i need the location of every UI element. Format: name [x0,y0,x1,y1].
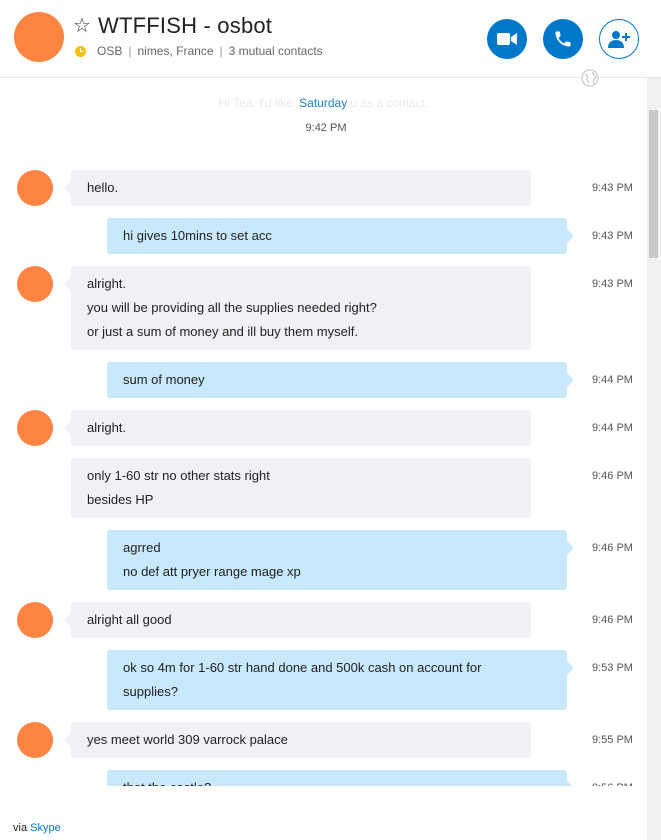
message-text: hello. [87,180,119,195]
incoming-message[interactable]: alright. [64,410,531,446]
message-time: 9:43 PM [592,182,633,194]
add-people-button[interactable] [599,19,639,59]
sender-avatar[interactable] [17,266,53,302]
message-time: 9:46 PM [592,542,633,554]
sender-avatar[interactable] [17,170,53,206]
contact-request-text: Hi Tea, I'd like [218,96,297,110]
video-icon [497,33,517,45]
detail-separator: | [128,44,132,58]
conversation-header: ☆ WTFFISH - osbot OSB | nimes, France | … [0,0,661,78]
incoming-message[interactable]: yes meet world 309 varrock palace [64,722,531,758]
scrollbar[interactable] [647,78,661,840]
incoming-message[interactable]: alright all good [64,602,531,638]
contact-request-text-end: u as a contact. [350,96,429,110]
message-text: supplies? [123,684,178,699]
via-label: via [13,822,31,834]
message-time: 9:46 PM [592,470,633,482]
phone-icon [555,31,571,47]
message-text: or just a sum of money and ill buy them … [87,324,358,339]
message-time: 9:42 PM [305,122,347,134]
contact-name[interactable]: WTFFISH - osbot [98,13,272,39]
contact-details: OSB | nimes, France | 3 mutual contacts [75,44,323,58]
message-text: sum of money [123,372,205,387]
audio-call-button[interactable] [543,19,583,59]
add-person-icon [608,31,630,48]
contact-avatar[interactable] [14,12,64,62]
sender-avatar[interactable] [17,602,53,638]
message-text: no def att pryer range mage xp [123,564,301,579]
message-time: 9:56 PM [592,782,633,786]
message-text: you will be providing all the supplies n… [87,300,377,315]
outgoing-message[interactable]: agrred no def att pryer range mage xp [107,530,574,590]
message-text: yes meet world 309 varrock palace [87,732,288,747]
message-text: that the castle? [123,776,551,786]
message-text: alright. [87,276,127,291]
message-text: ok so 4m for 1-60 str hand done and 500k… [123,660,482,675]
message-text: hi gives 10mins to set acc [123,228,272,243]
footer: via Skype [13,822,61,834]
sender-avatar[interactable] [17,410,53,446]
message-time: 9:44 PM [592,374,633,386]
favorite-star-icon[interactable]: ☆ [73,16,91,36]
outgoing-message[interactable]: hi gives 10mins to set acc [107,218,574,254]
outgoing-message[interactable]: ok so 4m for 1-60 str hand done and 500k… [107,650,574,710]
day-label: Saturday [296,96,351,110]
contact-detail-1: nimes, France [137,44,214,58]
video-call-button[interactable] [487,19,527,59]
date-divider: Hi Tea, I'd like Saturday u as a contact. [0,96,647,110]
message-text: only 1-60 str no other stats right [87,468,270,483]
contact-detail-2[interactable]: 3 mutual contacts [229,44,323,58]
scrollbar-thumb[interactable] [649,110,658,258]
message-time: 9:44 PM [592,422,633,434]
sender-avatar[interactable] [17,722,53,758]
message-time: 9:53 PM [592,662,633,674]
outgoing-message[interactable]: sum of money [107,362,574,398]
message-time: 9:43 PM [592,278,633,290]
message-text: besides HP [87,492,154,507]
message-time: 9:55 PM [592,734,633,746]
contact-detail-0: OSB [97,44,123,58]
message-text: agrred [123,540,161,555]
conversation-pane[interactable]: Hi Tea, I'd like Saturday u as a contact.… [0,78,647,786]
message-text: alright all good [87,612,172,627]
message-text: alright. [87,420,127,435]
incoming-message[interactable]: only 1-60 str no other stats right beside… [71,458,531,518]
incoming-message[interactable]: alright. you will be providing all the su… [64,266,531,350]
detail-separator: | [219,44,223,58]
skype-link[interactable]: Skype [30,822,61,834]
clock-status-icon [75,45,86,57]
outgoing-message[interactable]: that the castle? [107,770,574,786]
message-time: 9:46 PM [592,614,633,626]
message-time: 9:43 PM [592,230,633,242]
incoming-message[interactable]: hello. [64,170,531,206]
